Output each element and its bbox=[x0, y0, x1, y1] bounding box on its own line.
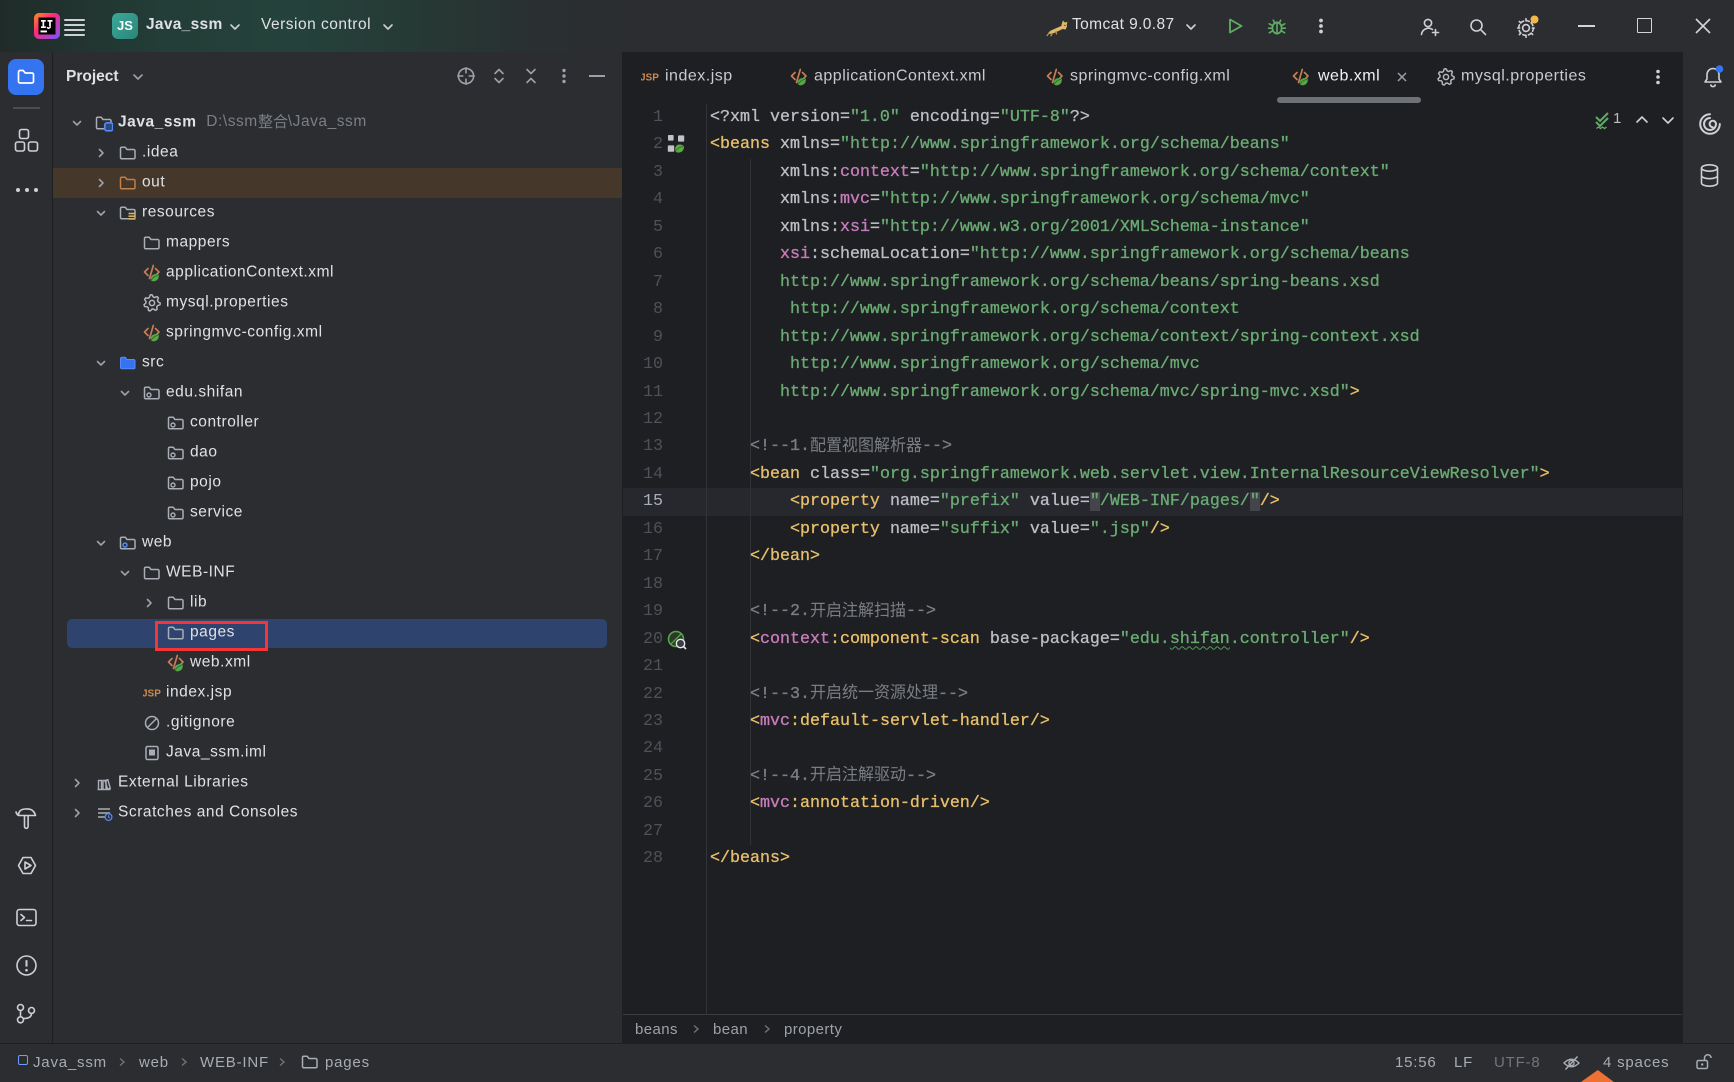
svg-text:JSP: JSP bbox=[641, 73, 659, 84]
svg-text:JSP: JSP bbox=[143, 689, 161, 700]
